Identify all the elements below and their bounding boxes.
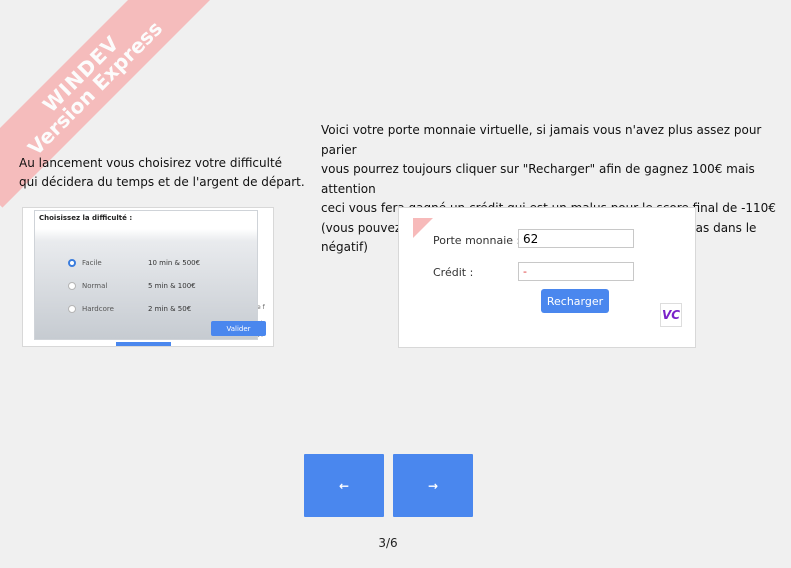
validate-button-preview: Valider [211, 321, 266, 336]
difficulty-option-normal: Normal 5 min & 100€ [68, 282, 196, 290]
previous-button[interactable]: ← [304, 454, 384, 517]
difficulty-dialog: Choisissez la difficulté : Facile 10 min… [34, 210, 266, 340]
intro-left-line2: qui décidera du temps et de l'argent de … [19, 175, 305, 189]
difficulty-preview-image: e f n': t': Choisissez la difficulté : F… [22, 207, 274, 347]
recharge-button-preview: Recharger [541, 289, 609, 313]
difficulty-option-easy: Facile 10 min & 500€ [68, 259, 200, 267]
difficulty-dialog-title: Choisissez la difficulté : [39, 214, 133, 222]
next-button[interactable]: → [393, 454, 473, 517]
intro-right-line1: Voici votre porte monnaie virtuelle, si … [321, 123, 762, 157]
wallet-value-field: 62 [518, 229, 634, 248]
intro-left-line1: Au lancement vous choisirez votre diffic… [19, 156, 283, 170]
radio-unselected-icon [68, 282, 76, 290]
wallet-preview-image: Porte monnaie : 62 Crédit : - Recharger … [398, 207, 696, 348]
watermark-corner-icon [413, 218, 433, 238]
radio-unselected-icon [68, 305, 76, 313]
difficulty-option-hardcore: Hardcore 2 min & 50€ [68, 305, 191, 313]
intro-left-text: Au lancement vous choisirez votre diffic… [19, 154, 309, 192]
wallet-label: Porte monnaie : [433, 234, 521, 247]
vc-badge-icon: VC [660, 303, 682, 327]
radio-selected-icon [68, 259, 76, 267]
credit-value-field: - [518, 262, 634, 281]
background-button-fragment [116, 342, 171, 346]
page-indicator: 3/6 [378, 536, 398, 550]
watermark-line2: Version Express [23, 16, 168, 161]
intro-right-line2: vous pourrez toujours cliquer sur "Recha… [321, 162, 755, 196]
credit-label: Crédit : [433, 266, 474, 279]
